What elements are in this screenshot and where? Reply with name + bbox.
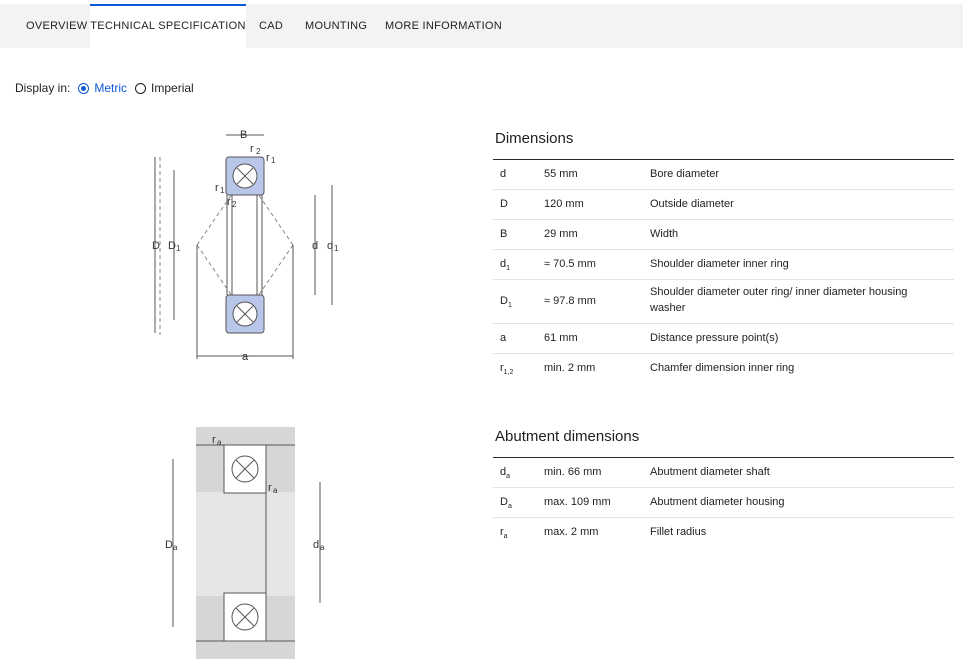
- display-units: Display in: Metric Imperial: [15, 80, 202, 96]
- label-a: a: [242, 351, 249, 363]
- row-description: Outside diameter: [650, 198, 734, 210]
- metric-radio-label: Metric: [94, 81, 128, 95]
- table-row: d 55 mm Bore diameter: [493, 160, 954, 190]
- label-Da: D: [165, 539, 173, 551]
- row-description: Abutment diameter shaft: [650, 466, 770, 478]
- row-symbol: ra: [500, 526, 508, 541]
- table-row: da min. 66 mm Abutment diameter shaft: [493, 458, 954, 488]
- display-units-label: Display in:: [15, 81, 71, 95]
- row-description: Bore diameter: [650, 168, 720, 180]
- row-symbol: D: [500, 198, 508, 210]
- row-symbol: D1: [500, 295, 512, 310]
- row-description: Width: [650, 228, 679, 240]
- row-value: min. 66 mm: [544, 466, 602, 478]
- label-da: d: [313, 539, 319, 551]
- tab-mounting[interactable]: MOUNTING: [305, 4, 367, 48]
- label-Da-sub: a: [173, 543, 178, 552]
- label-ra-mid-sub: a: [273, 486, 278, 495]
- tab-technical-specification[interactable]: TECHNICAL SPECIFICATION: [90, 4, 246, 48]
- label-ra-mid: r: [268, 482, 272, 494]
- label-da-sub: a: [320, 543, 325, 552]
- tab-more-information[interactable]: MORE INFORMATION: [385, 4, 502, 48]
- label-ra-top: r: [212, 434, 216, 446]
- row-symbol: Da: [500, 496, 512, 511]
- row-value: 29 mm: [544, 228, 578, 240]
- label-B: B: [240, 129, 247, 141]
- imperial-radio-label: Imperial: [151, 81, 194, 95]
- label-2-2: 2: [232, 200, 237, 209]
- abutment-table: da min. 66 mm Abutment diameter shaft Da…: [493, 457, 954, 547]
- table-row: B 29 mm Width: [493, 220, 954, 250]
- table-row: D1 ≈ 97.8 mm Shoulder diameter outer rin…: [493, 280, 954, 324]
- row-description: Shoulder diameter outer ring/ inner diam…: [650, 286, 908, 314]
- row-description: Distance pressure point(s): [650, 332, 779, 344]
- metric-radio-circle[interactable]: [78, 82, 90, 94]
- row-value: ≈ 97.8 mm: [544, 295, 596, 307]
- label-r-1: r: [266, 152, 270, 164]
- row-description: Abutment diameter housing: [650, 496, 785, 508]
- row-symbol: da: [500, 466, 511, 481]
- abutment-dimension-drawing: r a r a D a d a: [165, 427, 325, 659]
- label-D: D: [152, 240, 160, 252]
- tab-overview[interactable]: OVERVIEW: [26, 4, 88, 48]
- label-r: r: [250, 143, 254, 155]
- row-value: max. 2 mm: [544, 526, 599, 538]
- imperial-radio-circle[interactable]: [135, 82, 147, 94]
- row-value: ≈ 70.5 mm: [544, 258, 596, 270]
- table-row: r1,2 min. 2 mm Chamfer dimension inner r…: [493, 354, 954, 383]
- label-D1: D: [168, 240, 176, 252]
- row-value: 61 mm: [544, 332, 578, 344]
- abutment-title: Abutment dimensions: [495, 428, 640, 445]
- table-row: a 61 mm Distance pressure point(s): [493, 324, 954, 354]
- metric-radio[interactable]: Metric: [78, 81, 127, 95]
- row-symbol: r1,2: [500, 362, 514, 377]
- dimensions-table: d 55 mm Bore diameter D 120 mm Outside d…: [493, 159, 954, 383]
- row-description: Fillet radius: [650, 526, 707, 538]
- row-value: max. 109 mm: [544, 496, 611, 508]
- table-row: ra max. 2 mm Fillet radius: [493, 518, 954, 547]
- row-symbol: d: [500, 168, 507, 180]
- row-description: Chamfer dimension inner ring: [650, 362, 795, 374]
- row-symbol: d1: [500, 258, 511, 273]
- label-1-2: 1: [220, 186, 225, 195]
- table-row: D 120 mm Outside diameter: [493, 190, 954, 220]
- tab-cad[interactable]: CAD: [259, 4, 283, 48]
- label-d1: d: [327, 240, 333, 252]
- row-value: 120 mm: [544, 198, 584, 210]
- label-r-3: r: [227, 196, 231, 208]
- label-D1-sub: 1: [176, 244, 181, 253]
- label-r-2: r: [215, 182, 219, 194]
- tab-bar: OVERVIEW TECHNICAL SPECIFICATION CAD MOU…: [0, 4, 963, 48]
- label-d1-sub: 1: [334, 244, 339, 253]
- table-row: Da max. 109 mm Abutment diameter housing: [493, 488, 954, 518]
- label-2: 2: [256, 147, 261, 156]
- label-1: 1: [271, 156, 276, 165]
- dimensions-title: Dimensions: [495, 130, 574, 147]
- bearing-dimension-drawing: B r 2 r 1 r 1 r 2 D D 1 d d 1 a: [152, 129, 339, 363]
- table-row: d1 ≈ 70.5 mm Shoulder diameter inner rin…: [493, 250, 954, 280]
- row-symbol: B: [500, 228, 508, 240]
- label-ra-top-sub: a: [217, 438, 222, 447]
- shaft-shape: [196, 492, 295, 596]
- label-d: d: [312, 240, 318, 252]
- imperial-radio[interactable]: Imperial: [135, 81, 194, 95]
- row-symbol: a: [500, 332, 507, 344]
- row-description: Shoulder diameter inner ring: [650, 258, 789, 270]
- row-value: min. 2 mm: [544, 362, 596, 374]
- row-value: 55 mm: [544, 168, 578, 180]
